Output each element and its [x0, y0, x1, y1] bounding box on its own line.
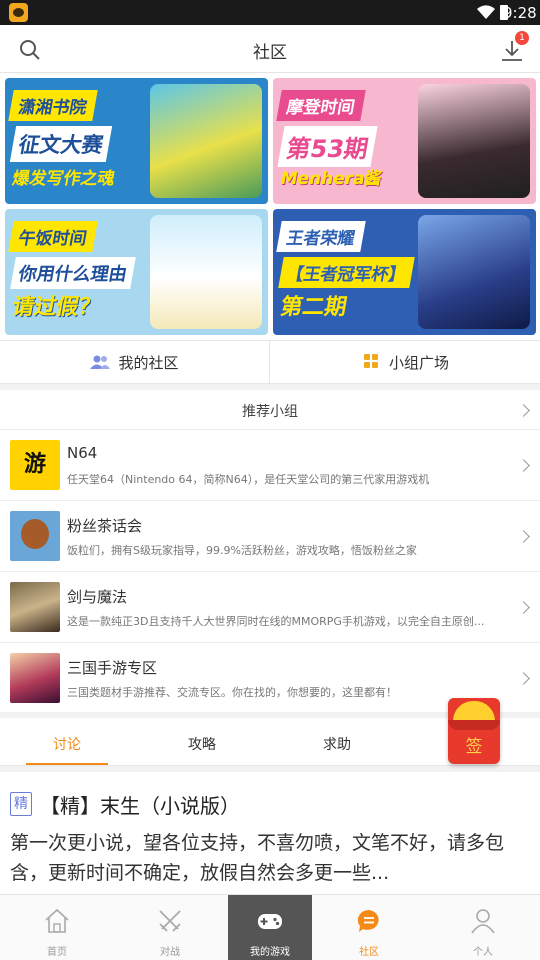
envelope-flap [448, 720, 500, 730]
sign-in-red-envelope[interactable]: 签 [448, 698, 500, 764]
group-thumbnail: 游 [10, 440, 60, 490]
banner-subline: 请过假？ [10, 295, 103, 320]
my-community-label: 我的社区 [118, 353, 179, 372]
community-buttons: 我的社区 小组广场 [0, 340, 540, 384]
banner-headline: 征文大赛 [9, 126, 113, 162]
group-thumbnail [10, 582, 60, 632]
banner-artwork [418, 84, 530, 198]
post-title: 【精】末生（小说版） [40, 794, 240, 818]
group-thumbnail [10, 653, 60, 703]
person-icon [471, 909, 495, 934]
banner-writing-contest[interactable]: 潇湘书院 征文大赛 爆发写作之魂 [5, 78, 268, 204]
nav-my-games[interactable]: 我的游戏 [228, 895, 312, 960]
banner-artwork [418, 215, 530, 329]
banner-honor-of-kings[interactable]: 王者荣耀 【王者冠军杯】 第二期 [273, 209, 536, 335]
banner-subline: 爆发写作之魂 [10, 169, 117, 189]
banner-tag: 王者荣耀 [276, 221, 366, 252]
chevron-right-icon [517, 601, 530, 614]
nav-my-games-label: 我的游戏 [250, 947, 290, 958]
recommended-groups: 推荐小组 游 N64 任天堂64（Nintendo 64，简称N64），是任天堂… [0, 390, 540, 712]
group-row[interactable]: 剑与魔法 这是一款纯正3D且支持千人大世界同时在线的MMORPG手机游戏，以完全… [0, 572, 540, 643]
nav-profile-label: 个人 [473, 947, 493, 958]
banner-artwork [150, 84, 262, 198]
tab-help[interactable]: 求助 [277, 734, 397, 754]
app-notification-icon [9, 3, 28, 22]
group-square-label: 小组广场 [388, 353, 449, 372]
group-name: 三国手游专区 [67, 659, 158, 677]
group-row[interactable]: 粉丝茶话会 饭粒们，拥有S级玩家指导，99.9%活跃粉丝，游戏攻略，悟饭粉丝之家 [0, 501, 540, 572]
nav-community-label: 社区 [359, 947, 379, 958]
group-description: 三国类题材手游推荐、交流专区。你在找的，你想要的，这里都有！ [67, 686, 397, 699]
post-body: 第一次更小说，望各位支持，不喜勿喷，文笔不好，请多包含，更新时间不确定，放假自然… [10, 832, 505, 884]
tab-discussion[interactable]: 讨论 [7, 734, 127, 754]
banner-subline: Menhera酱 [278, 169, 384, 189]
grid-icon [363, 354, 378, 368]
group-description: 这是一款纯正3D且支持千人大世界同时在线的MMORPG手机游戏，以完全自主原创.… [67, 615, 485, 628]
nav-home-label: 首页 [47, 947, 67, 958]
chat-bubble-icon [357, 909, 379, 932]
status-bar: 9:28 [0, 0, 540, 25]
gamepad-icon [258, 914, 282, 929]
chevron-right-icon [517, 459, 530, 472]
group-square-button[interactable]: 小组广场 [270, 341, 540, 383]
bottom-navigation: 首页 对战 我的游戏 社区 个人 [0, 894, 540, 960]
chevron-right-icon [517, 672, 530, 685]
recommended-header[interactable]: 推荐小组 [0, 390, 540, 430]
nav-battle[interactable]: 对战 [128, 895, 212, 960]
wifi-icon [477, 5, 495, 19]
recommended-title: 推荐小组 [242, 404, 298, 420]
crossed-swords-icon [159, 910, 181, 932]
banner-subline: 第二期 [278, 295, 349, 320]
banner-tag: 潇湘书院 [8, 90, 98, 121]
banner-headline: 第53期 [277, 126, 379, 167]
featured-tag: 精 [10, 792, 32, 816]
group-name: 剑与魔法 [67, 588, 128, 606]
group-row[interactable]: 游 N64 任天堂64（Nintendo 64，简称N64），是任天堂公司的第三… [0, 430, 540, 501]
download-badge: 1 [515, 31, 529, 45]
tab-guides[interactable]: 攻略 [142, 734, 262, 754]
group-name: N64 [67, 444, 98, 462]
page-title: 社区 [253, 43, 287, 63]
active-tab-indicator [26, 763, 108, 765]
banner-headline: 【王者冠军杯】 [278, 257, 415, 288]
top-header: 社区 1 [0, 25, 540, 73]
banner-lunch-time[interactable]: 午饭时间 你用什么理由 请过假？ [5, 209, 268, 335]
banner-headline: 你用什么理由 [10, 257, 136, 289]
nav-battle-label: 对战 [160, 947, 180, 958]
nav-community[interactable]: 社区 [327, 895, 411, 960]
nav-profile[interactable]: 个人 [441, 895, 525, 960]
status-time: 9:28 [503, 4, 537, 22]
group-name: 粉丝茶话会 [67, 517, 143, 535]
sign-in-label: 签 [465, 737, 483, 757]
banner-tag: 摩登时间 [276, 90, 366, 121]
home-icon [45, 908, 69, 933]
banner-modern-time[interactable]: 摩登时间 第53期 Menhera酱 [273, 78, 536, 204]
nav-home[interactable]: 首页 [15, 895, 99, 960]
banner-grid: 潇湘书院 征文大赛 爆发写作之魂 摩登时间 第53期 Menhera酱 午饭时间… [0, 73, 540, 340]
group-description: 任天堂64（Nintendo 64，简称N64），是任天堂公司的第三代家用游戏机 [67, 473, 430, 486]
group-description: 饭粒们，拥有S级玩家指导，99.9%活跃粉丝，游戏攻略，悟饭粉丝之家 [67, 544, 417, 557]
my-community-button[interactable]: 我的社区 [0, 341, 270, 383]
group-thumbnail [10, 511, 60, 561]
banner-artwork [150, 215, 262, 329]
people-icon [90, 355, 111, 369]
banner-tag: 午饭时间 [8, 221, 98, 252]
post-card[interactable]: 精 【精】末生（小说版） 第一次更小说，望各位支持，不喜勿喷，文笔不好，请多包含… [0, 772, 540, 894]
chevron-right-icon [517, 530, 530, 543]
